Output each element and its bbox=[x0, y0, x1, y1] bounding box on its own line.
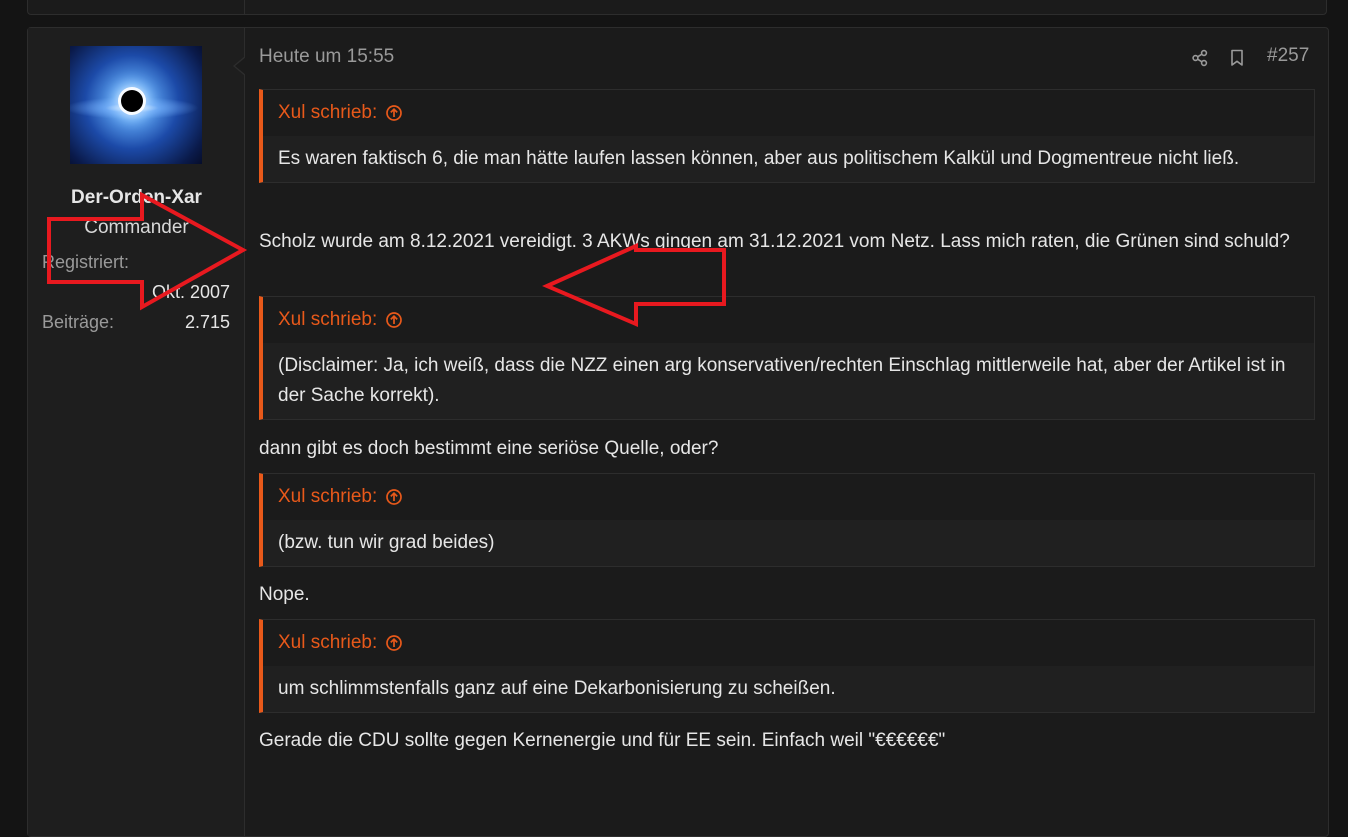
registered-value: Okt. 2007 bbox=[151, 282, 230, 302]
quote-author[interactable]: Xul schrieb: bbox=[278, 632, 377, 654]
bookmark-icon[interactable] bbox=[1229, 49, 1245, 67]
quote-header[interactable]: Xul schrieb: bbox=[263, 297, 1314, 343]
quote-header[interactable]: Xul schrieb: bbox=[263, 620, 1314, 666]
quote-text: um schlimmstenfalls ganz auf eine Dekarb… bbox=[263, 666, 1314, 712]
forum-post: Der-Orden-Xar Commander Registriert: Okt… bbox=[27, 27, 1329, 837]
quote-block: Xul schrieb: (bzw. tun wir grad beides) bbox=[259, 473, 1315, 567]
previous-post bbox=[27, 0, 1327, 15]
arrow-up-circle-icon[interactable] bbox=[385, 634, 403, 652]
quote-text: Es waren faktisch 6, die man hätte laufe… bbox=[263, 136, 1314, 182]
registered-label: Registriert: bbox=[42, 252, 130, 272]
share-icon[interactable] bbox=[1191, 49, 1209, 67]
avatar-black-hole bbox=[121, 90, 143, 112]
avatar[interactable] bbox=[70, 46, 202, 164]
quote-header[interactable]: Xul schrieb: bbox=[263, 474, 1314, 520]
post-number-link[interactable]: #257 bbox=[1267, 45, 1309, 67]
quote-author[interactable]: Xul schrieb: bbox=[278, 309, 377, 331]
quote-author[interactable]: Xul schrieb: bbox=[278, 486, 377, 508]
message-pointer bbox=[233, 56, 246, 76]
arrow-up-circle-icon[interactable] bbox=[385, 311, 403, 329]
posts-value: 2.715 bbox=[184, 312, 230, 332]
arrow-up-circle-icon[interactable] bbox=[385, 104, 403, 122]
user-title: Commander bbox=[84, 217, 189, 238]
reply-text: Nope. bbox=[259, 584, 310, 605]
user-info-panel: Der-Orden-Xar Commander Registriert: Okt… bbox=[28, 28, 245, 836]
reply-text: Scholz wurde am 8.12.2021 vereidigt. 3 A… bbox=[259, 231, 1290, 252]
quote-block: Xul schrieb: um schlimmstenfalls ganz au… bbox=[259, 619, 1315, 713]
quote-block: Xul schrieb: Es waren faktisch 6, die ma… bbox=[259, 89, 1315, 183]
quote-author[interactable]: Xul schrieb: bbox=[278, 102, 377, 124]
quote-text: (bzw. tun wir grad beides) bbox=[263, 520, 1314, 566]
post-timestamp[interactable]: Heute um 15:55 bbox=[259, 46, 394, 68]
reply-text: Gerade die CDU sollte gegen Kernenergie … bbox=[259, 730, 946, 751]
previous-post-divider bbox=[244, 0, 245, 14]
username[interactable]: Der-Orden-Xar bbox=[28, 187, 245, 209]
quote-text: (Disclaimer: Ja, ich weiß, dass die NZZ … bbox=[263, 343, 1314, 419]
quote-block: Xul schrieb: (Disclaimer: Ja, ich weiß, … bbox=[259, 296, 1315, 420]
arrow-up-circle-icon[interactable] bbox=[385, 488, 403, 506]
quote-header[interactable]: Xul schrieb: bbox=[263, 90, 1314, 136]
posts-label: Beiträge: bbox=[42, 312, 115, 332]
reply-text: dann gibt es doch bestimmt eine seriöse … bbox=[259, 438, 719, 459]
